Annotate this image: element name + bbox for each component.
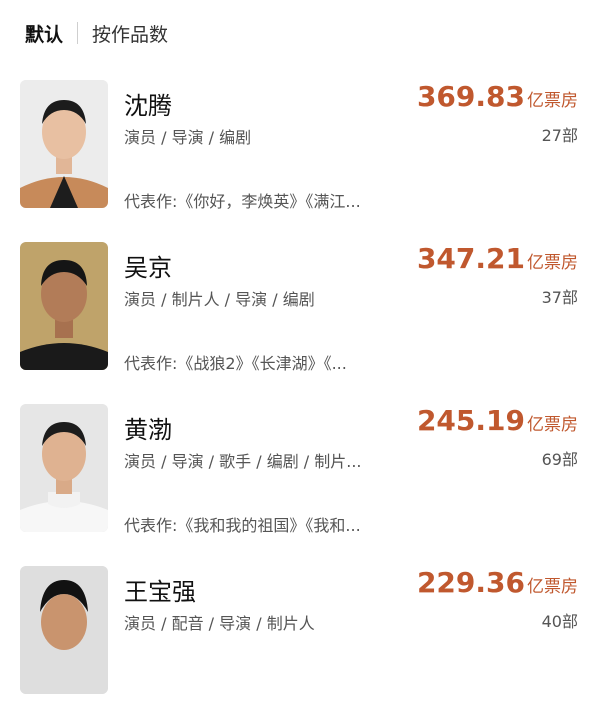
actor-representative-works: 代表作:《我和我的祖国》《我和... (124, 516, 361, 535)
tab-default[interactable]: 默认 (25, 20, 63, 47)
actor-photo-icon (20, 80, 108, 208)
box-office-unit: 亿票房 (527, 415, 578, 435)
actor-photo-icon (20, 404, 108, 532)
box-office-unit: 亿票房 (527, 253, 578, 273)
actor-avatar[interactable] (20, 566, 108, 694)
sort-tabs: 默认 按作品数 (25, 18, 168, 48)
works-count: 40部 (541, 612, 578, 631)
actor-roles: 演员 / 制片人 / 导演 / 编剧 (124, 290, 315, 309)
works-count: 69部 (541, 450, 578, 469)
actor-name[interactable]: 黄渤 (124, 410, 172, 445)
box-office: 245.19 亿票房 (417, 404, 578, 437)
actor-avatar[interactable] (20, 80, 108, 208)
box-office-value: 369.83 (416, 80, 525, 113)
tab-divider (77, 22, 79, 44)
box-office-unit: 亿票房 (527, 577, 578, 597)
box-office-value: 347.21 (416, 242, 525, 275)
box-office-value: 229.36 (416, 566, 525, 599)
actor-card[interactable]: 黄渤 演员 / 导演 / 歌手 / 编剧 / 制片... 代表作:《我和我的祖国… (0, 404, 600, 564)
actor-roles: 演员 / 导演 / 歌手 / 编剧 / 制片... (124, 452, 362, 471)
actor-photo-icon (20, 242, 108, 370)
actor-roles: 演员 / 配音 / 导演 / 制片人 (124, 614, 315, 633)
works-count: 27部 (541, 126, 578, 145)
actor-name[interactable]: 王宝强 (124, 572, 196, 607)
actor-name[interactable]: 吴京 (124, 248, 172, 283)
box-office: 369.83 亿票房 (417, 80, 578, 113)
works-count: 37部 (541, 288, 578, 307)
actor-card[interactable]: 吴京 演员 / 制片人 / 导演 / 编剧 代表作:《战狼2》《长津湖》《...… (0, 242, 600, 402)
box-office-value: 245.19 (416, 404, 525, 437)
actor-roles: 演员 / 导演 / 编剧 (124, 128, 252, 147)
tab-by-works-count[interactable]: 按作品数 (92, 20, 168, 47)
actor-name[interactable]: 沈腾 (124, 86, 172, 121)
box-office-unit: 亿票房 (527, 91, 578, 111)
actor-card[interactable]: 沈腾 演员 / 导演 / 编剧 代表作:《你好，李焕英》《满江... 369.8… (0, 80, 600, 240)
box-office: 229.36 亿票房 (417, 566, 578, 599)
actor-photo-icon (20, 566, 108, 694)
actor-avatar[interactable] (20, 242, 108, 370)
actor-representative-works: 代表作:《战狼2》《长津湖》《... (124, 354, 347, 373)
box-office: 347.21 亿票房 (417, 242, 578, 275)
actor-representative-works: 代表作:《你好，李焕英》《满江... (124, 192, 361, 211)
actor-avatar[interactable] (20, 404, 108, 532)
actor-card[interactable]: 王宝强 演员 / 配音 / 导演 / 制片人 229.36 亿票房 40部 (0, 566, 600, 726)
